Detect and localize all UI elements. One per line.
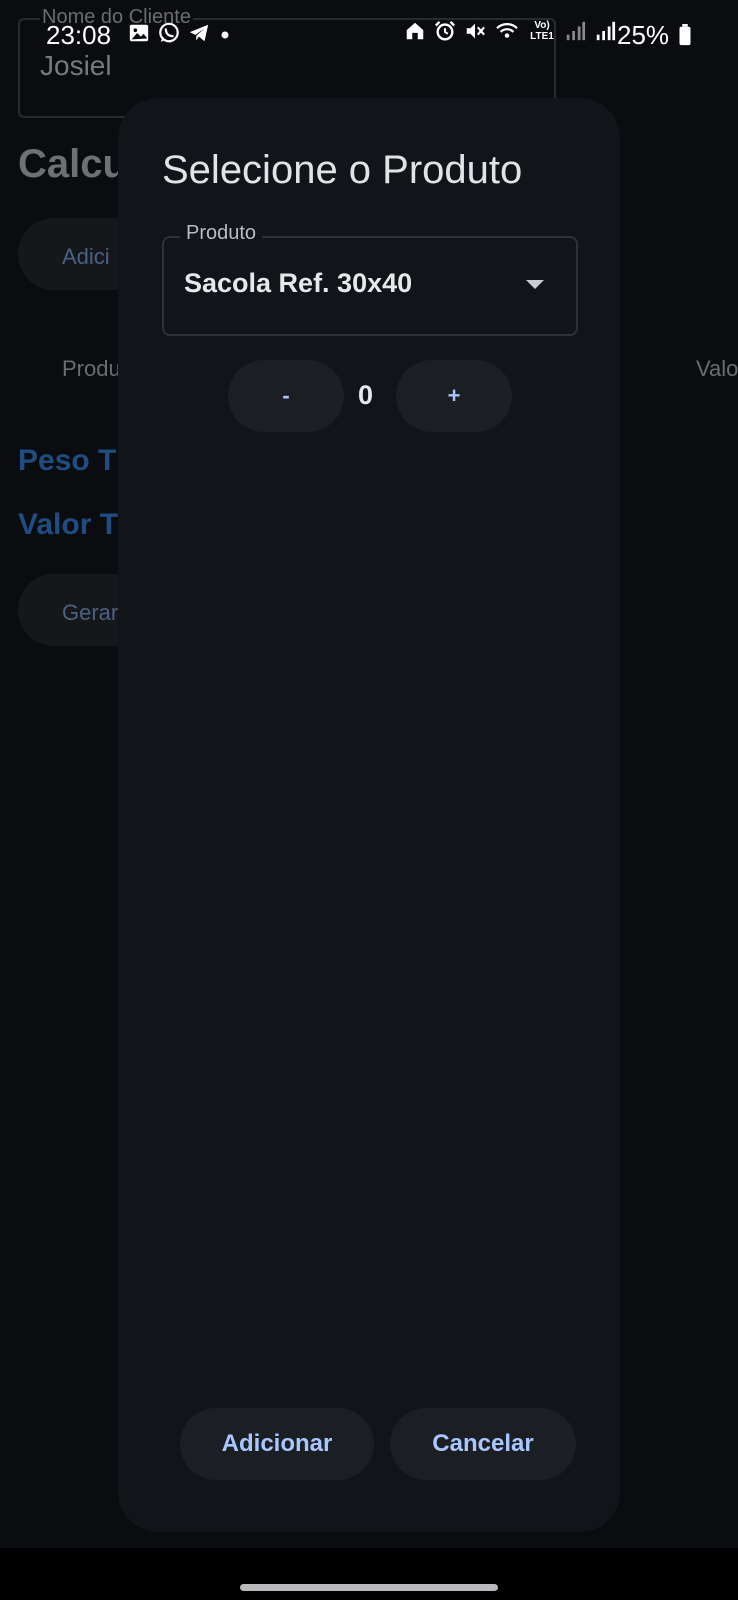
- total-weight-label: Peso T: [18, 444, 117, 477]
- mute-icon: [464, 20, 486, 42]
- increment-button[interactable]: +: [396, 360, 512, 432]
- battery-percentage: 25%: [617, 20, 670, 50]
- system-icons: Vo) LTE1: [404, 20, 616, 42]
- wifi-icon: [494, 20, 520, 42]
- dropdown-arrow-icon: [526, 280, 544, 289]
- gallery-icon: [128, 22, 150, 44]
- dot-icon: [218, 22, 232, 44]
- signal-icon: [564, 20, 586, 42]
- page-heading: Calcu: [18, 142, 127, 186]
- whatsapp-icon: [158, 22, 180, 44]
- battery-icon: [678, 24, 692, 46]
- dialog-title: Selecione o Produto: [162, 148, 523, 192]
- product-dropdown-label: Produto: [180, 222, 263, 245]
- navigation-bar: [0, 1548, 738, 1600]
- status-bar: 23:08 Vo) LTE1 25%: [0, 0, 738, 72]
- telegram-icon: [188, 22, 210, 44]
- cancel-button[interactable]: Cancelar: [390, 1408, 576, 1480]
- home-icon: [404, 20, 426, 42]
- product-dropdown-value: Sacola Ref. 30x40: [184, 268, 413, 298]
- status-time: 23:08: [46, 20, 112, 50]
- column-value-header: Valo: [696, 356, 738, 381]
- add-button[interactable]: Adicionar: [180, 1408, 374, 1480]
- signal-icon: [594, 20, 616, 42]
- product-dropdown[interactable]: Produto Sacola Ref. 30x40: [162, 222, 578, 336]
- column-product-header: Produ: [62, 356, 121, 381]
- quantity-value: 0: [358, 380, 374, 410]
- decrement-button[interactable]: -: [228, 360, 344, 432]
- volte-icon: Vo) LTE1: [530, 20, 554, 42]
- select-product-dialog: Selecione o Produto Produto Sacola Ref. …: [118, 98, 620, 1532]
- total-value-label: Valor T: [18, 508, 119, 541]
- notification-icons: [128, 22, 232, 44]
- home-indicator[interactable]: [240, 1584, 498, 1591]
- alarm-icon: [434, 20, 456, 42]
